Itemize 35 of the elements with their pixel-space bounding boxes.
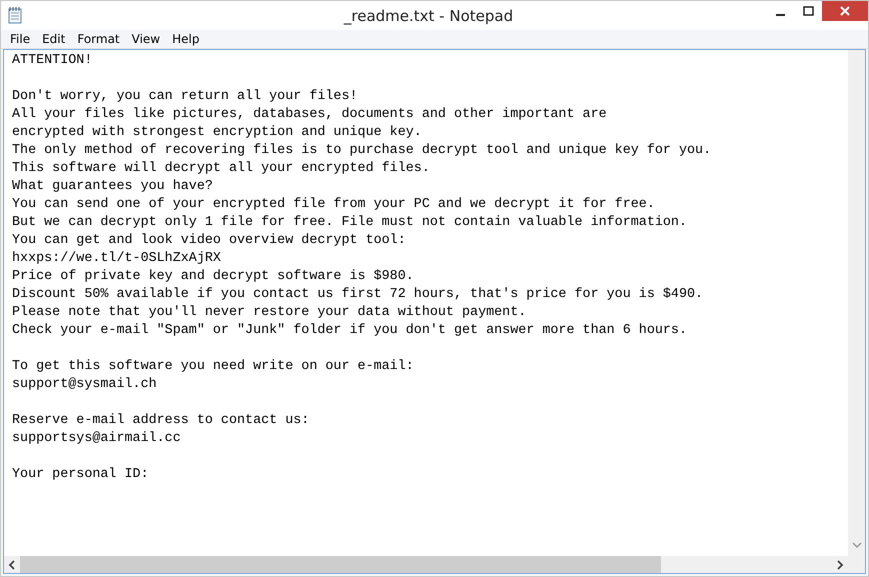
text-line: But we can decrypt only 1 file for free. File must not contain valuable information. (12, 214, 688, 232)
menu-item[interactable]: Format (71, 32, 126, 46)
menu-item[interactable]: Help (166, 32, 206, 46)
text-line: What guarantees you have? (12, 178, 214, 196)
text-line: All your files like pictures, databases, documents and other important are (12, 106, 608, 124)
text-line: This software will decrypt all your encrypted files. (12, 160, 431, 178)
close-button[interactable] (822, 1, 868, 21)
text-line: Check your e-mail "Spam" or "Junk" folder if you don't get answer more than 6 hours. (12, 322, 688, 340)
text-line: Discount 50% available if you contact us first 72 hours, that's price for you is $490. (12, 286, 704, 304)
menu-item[interactable]: View (126, 32, 166, 46)
text-line: hxxps://we.tl/t-0SLhZxAjRX (12, 250, 222, 268)
maximize-icon (802, 6, 814, 16)
text-line: ATTENTION! (12, 52, 94, 70)
text-line: Price of private key and decrypt software is $980. (12, 268, 415, 286)
scroll-right-icon[interactable] (836, 560, 844, 570)
text-line: Please note that you'll never restore your data without payment. (12, 304, 528, 322)
text-line: Don't worry, you can return all your files! (12, 88, 359, 106)
text-line: support@sysmail.ch (12, 376, 158, 394)
close-icon (840, 6, 850, 16)
horizontal-scrollbar[interactable] (4, 556, 848, 573)
text-line: You can get and look video overview decrypt tool: (12, 232, 407, 250)
scroll-left-icon[interactable] (8, 560, 16, 570)
text-line: supportsys@airmail.cc (12, 430, 182, 448)
vertical-scrollbar[interactable] (848, 50, 865, 573)
text-line: encrypted with strongest encryption and unique key. (12, 124, 423, 142)
text-line: Reserve e-mail address to contact us: (12, 412, 310, 430)
window-title: _readme.txt - Notepad (344, 6, 514, 24)
text-line: Your personal ID: (12, 466, 150, 484)
text-line: The only method of recovering files is to purchase decrypt tool and unique key for you. (12, 142, 712, 160)
notepad-icon (7, 6, 23, 24)
text-line: You can send one of your encrypted file from your PC and we decrypt it for free. (12, 196, 656, 214)
menu-item[interactable]: File (4, 32, 36, 46)
menu-item[interactable]: Edit (36, 32, 72, 46)
minimize-icon (776, 14, 784, 16)
text-line: To get this software you need write on our e-mail: (12, 358, 415, 376)
